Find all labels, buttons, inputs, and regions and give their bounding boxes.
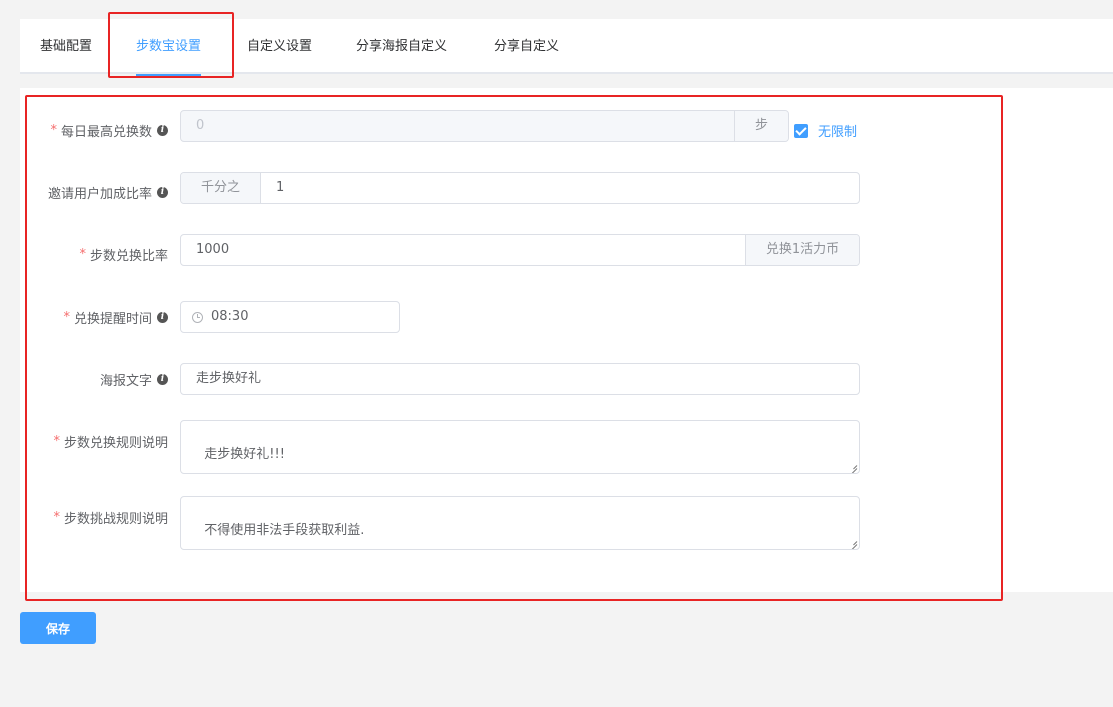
resize-handle-icon[interactable] — [849, 463, 857, 471]
remind-time-value[interactable]: 08:30 — [211, 302, 399, 332]
resize-handle-icon[interactable] — [849, 539, 857, 547]
daily-max-label-text: 每日最高兑换数 — [60, 125, 152, 140]
tab-custom-settings[interactable]: 自定义设置 — [247, 19, 312, 74]
tab-share-custom[interactable]: 分享自定义 — [494, 19, 559, 74]
clock-icon — [192, 311, 203, 323]
required-mark: * — [79, 247, 86, 262]
invite-ratio-value[interactable]: 1 — [261, 173, 859, 203]
challenge-rules-label: * 步数挑战规则说明 — [53, 508, 168, 527]
unlimited-checkbox[interactable]: 无限制 — [794, 121, 857, 140]
tabs-bar: 基础配置 步数宝设置 自定义设置 分享海报自定义 分享自定义 — [20, 19, 1113, 76]
poster-text-input[interactable]: 走步换好礼 — [180, 363, 860, 395]
daily-max-label: * 每日最高兑换数 i — [50, 121, 168, 140]
save-button[interactable]: 保存 — [20, 612, 96, 644]
exchange-rules-label-text: 步数兑换规则说明 — [63, 436, 168, 451]
tab-basic-config[interactable]: 基础配置 — [40, 19, 92, 74]
checkbox-checked-icon[interactable] — [794, 123, 808, 138]
poster-text-label-text: 海报文字 — [99, 374, 152, 389]
poster-text-label: 海报文字 i — [100, 370, 168, 389]
remind-time-label-text: 兑换提醒时间 — [73, 312, 152, 327]
invite-ratio-prefix: 千分之 — [181, 173, 261, 203]
required-mark: * — [53, 510, 60, 525]
tab-step-treasure-settings[interactable]: 步数宝设置 — [136, 19, 202, 76]
required-mark: * — [53, 434, 60, 449]
remind-time-label: * 兑换提醒时间 i — [63, 308, 168, 327]
invite-ratio-label: 邀请用户加成比率 i — [48, 183, 168, 202]
required-mark: * — [63, 310, 70, 325]
exchange-ratio-input[interactable]: 1000 兑换1活力币 — [180, 234, 860, 266]
exchange-ratio-suffix: 兑换1活力币 — [745, 235, 859, 265]
unlimited-label[interactable]: 无限制 — [818, 121, 857, 140]
info-icon[interactable]: i — [157, 374, 168, 385]
challenge-rules-label-text: 步数挑战规则说明 — [63, 512, 168, 527]
exchange-rules-label: * 步数兑换规则说明 — [53, 432, 168, 451]
exchange-ratio-label-text: 步数兑换比率 — [89, 249, 168, 264]
info-icon[interactable]: i — [157, 125, 168, 136]
remind-time-picker[interactable]: 08:30 — [180, 301, 400, 333]
tab-share-poster-custom[interactable]: 分享海报自定义 — [356, 19, 447, 74]
daily-max-value: 0 — [196, 118, 205, 133]
invite-ratio-input[interactable]: 千分之 1 — [180, 172, 860, 204]
challenge-rules-textarea[interactable]: 不得使用非法手段获取利益. — [180, 496, 860, 550]
daily-max-input: 0 步 — [180, 110, 789, 142]
poster-text-value[interactable]: 走步换好礼 — [181, 364, 859, 394]
exchange-rules-textarea[interactable]: 走步换好礼!!! — [180, 420, 860, 474]
exchange-ratio-label: * 步数兑换比率 — [79, 245, 168, 264]
info-icon[interactable]: i — [157, 187, 168, 198]
daily-max-suffix: 步 — [734, 111, 788, 141]
exchange-rules-value[interactable]: 走步换好礼!!! — [204, 447, 285, 462]
challenge-rules-value[interactable]: 不得使用非法手段获取利益. — [204, 523, 364, 538]
invite-ratio-label-text: 邀请用户加成比率 — [47, 187, 152, 202]
info-icon[interactable]: i — [157, 312, 168, 323]
exchange-ratio-value[interactable]: 1000 — [181, 235, 745, 265]
required-mark: * — [50, 123, 57, 138]
